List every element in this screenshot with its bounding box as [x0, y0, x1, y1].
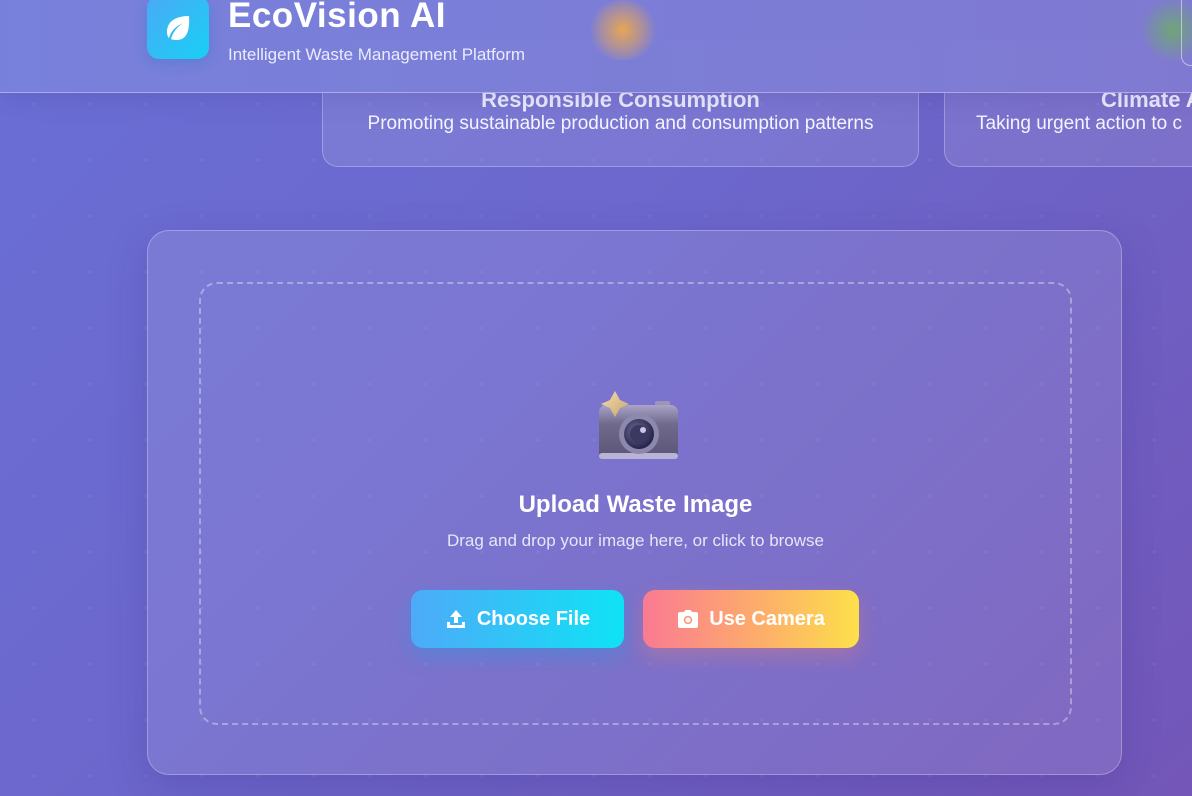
- camera-icon: [678, 610, 699, 628]
- header-action-button-edge[interactable]: [1181, 0, 1192, 66]
- app-title: EcoVision AI: [228, 0, 446, 35]
- choose-file-button[interactable]: Choose File: [411, 590, 624, 648]
- choose-file-label: Choose File: [476, 607, 591, 630]
- sdg-card-description: Taking urgent action to c: [976, 113, 1182, 134]
- upload-hint: Drag and drop your image here, or click …: [446, 531, 824, 550]
- use-camera-button[interactable]: Use Camera: [643, 590, 859, 648]
- upload-icon: [446, 610, 465, 628]
- app-logo[interactable]: [147, 0, 209, 59]
- orange-glow-decoration: [588, 0, 658, 60]
- camera-sparkle-icon: [599, 391, 678, 459]
- image-dropzone[interactable]: Upload Waste Image Drag and drop your im…: [199, 282, 1072, 725]
- upload-title: Upload Waste Image: [518, 491, 753, 518]
- upload-panel: Upload Waste Image Drag and drop your im…: [147, 230, 1122, 775]
- leaf-icon: [167, 15, 190, 40]
- use-camera-label: Use Camera: [709, 607, 825, 630]
- app-subtitle: Intelligent Waste Management Platform: [228, 45, 526, 64]
- sdg-card-description: Promoting sustainable production and con…: [367, 113, 874, 134]
- app-header: EcoVision AI Intelligent Waste Managemen…: [0, 0, 1192, 93]
